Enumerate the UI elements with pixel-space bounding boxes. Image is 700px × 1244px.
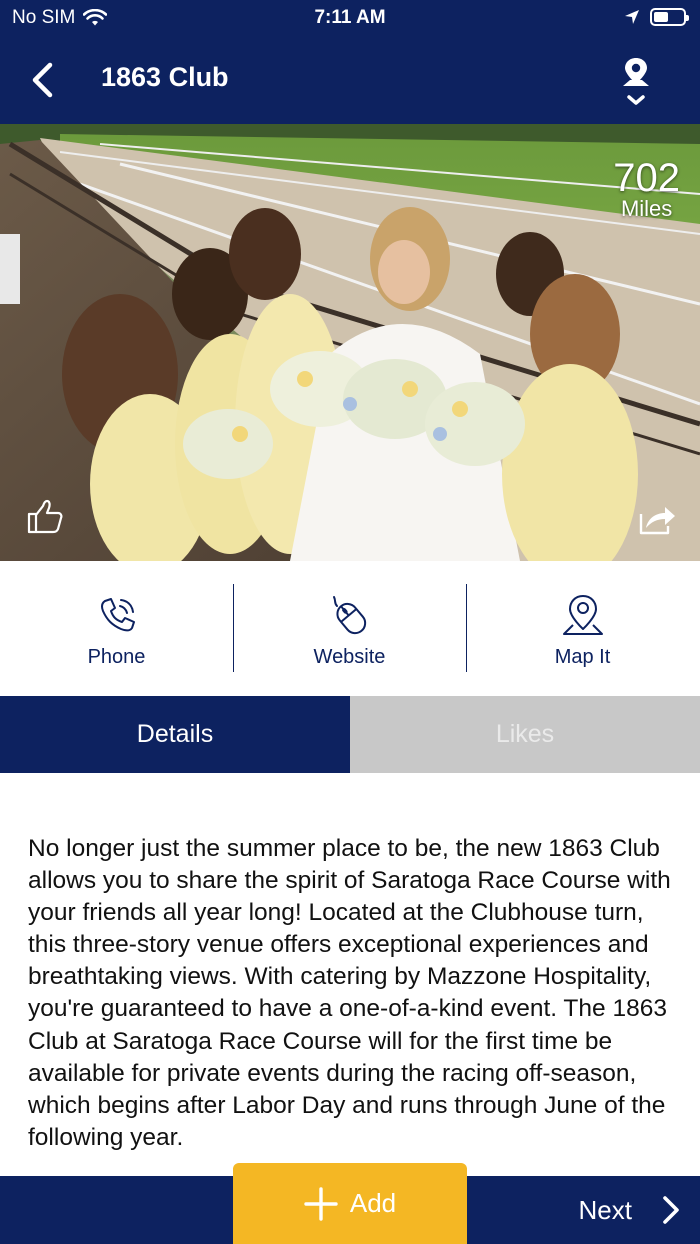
chevron-right-icon	[663, 1196, 679, 1224]
location-arrow-icon	[625, 10, 639, 24]
map-it-button[interactable]: Map It	[466, 561, 699, 696]
phone-label: Phone	[87, 646, 146, 668]
next-label: Next	[578, 1194, 632, 1225]
share-icon	[639, 507, 675, 535]
map-it-label: Map It	[554, 646, 611, 668]
website-button[interactable]: Website	[233, 561, 466, 696]
phone-icon	[100, 598, 135, 632]
distance-unit: Miles	[620, 196, 673, 221]
plus-icon	[304, 1186, 338, 1221]
map-pin-icon	[562, 595, 603, 635]
like-button[interactable]	[26, 498, 64, 536]
status-right	[624, 8, 689, 26]
tab-details[interactable]: Details	[0, 696, 350, 773]
share-button[interactable]	[638, 502, 678, 536]
thumbs-up-icon	[27, 499, 63, 534]
add-button[interactable]: Add	[233, 1163, 467, 1244]
hero-image: 702 Miles	[0, 124, 700, 561]
chevron-left-icon	[32, 62, 53, 98]
location-dropdown-button[interactable]	[620, 56, 652, 108]
status-bar: No SIM 7:11 AM	[0, 0, 700, 36]
location-pin-dropdown-icon	[623, 58, 649, 105]
nav-bar: 1863 Club	[0, 36, 700, 124]
mouse-icon	[332, 596, 366, 635]
back-button[interactable]	[22, 58, 62, 102]
page-title: 1863 Club	[101, 62, 229, 92]
distance-badge: 702 Miles	[613, 158, 680, 220]
venue-photo	[0, 124, 700, 561]
add-label: Add	[349, 1188, 397, 1218]
description-text: No longer just the summer place to be, t…	[28, 835, 671, 1151]
distance-value: 702	[613, 156, 680, 200]
battery-icon	[650, 8, 689, 26]
phone-button[interactable]: Phone	[0, 561, 233, 696]
status-time: 7:11 AM	[314, 7, 386, 28]
next-button[interactable]: Next	[467, 1176, 700, 1244]
website-label: Website	[313, 646, 386, 668]
tab-likes[interactable]: Likes	[350, 696, 700, 773]
action-row: Phone Website Map It	[0, 561, 700, 696]
tab-bar: Details Likes	[0, 696, 700, 773]
